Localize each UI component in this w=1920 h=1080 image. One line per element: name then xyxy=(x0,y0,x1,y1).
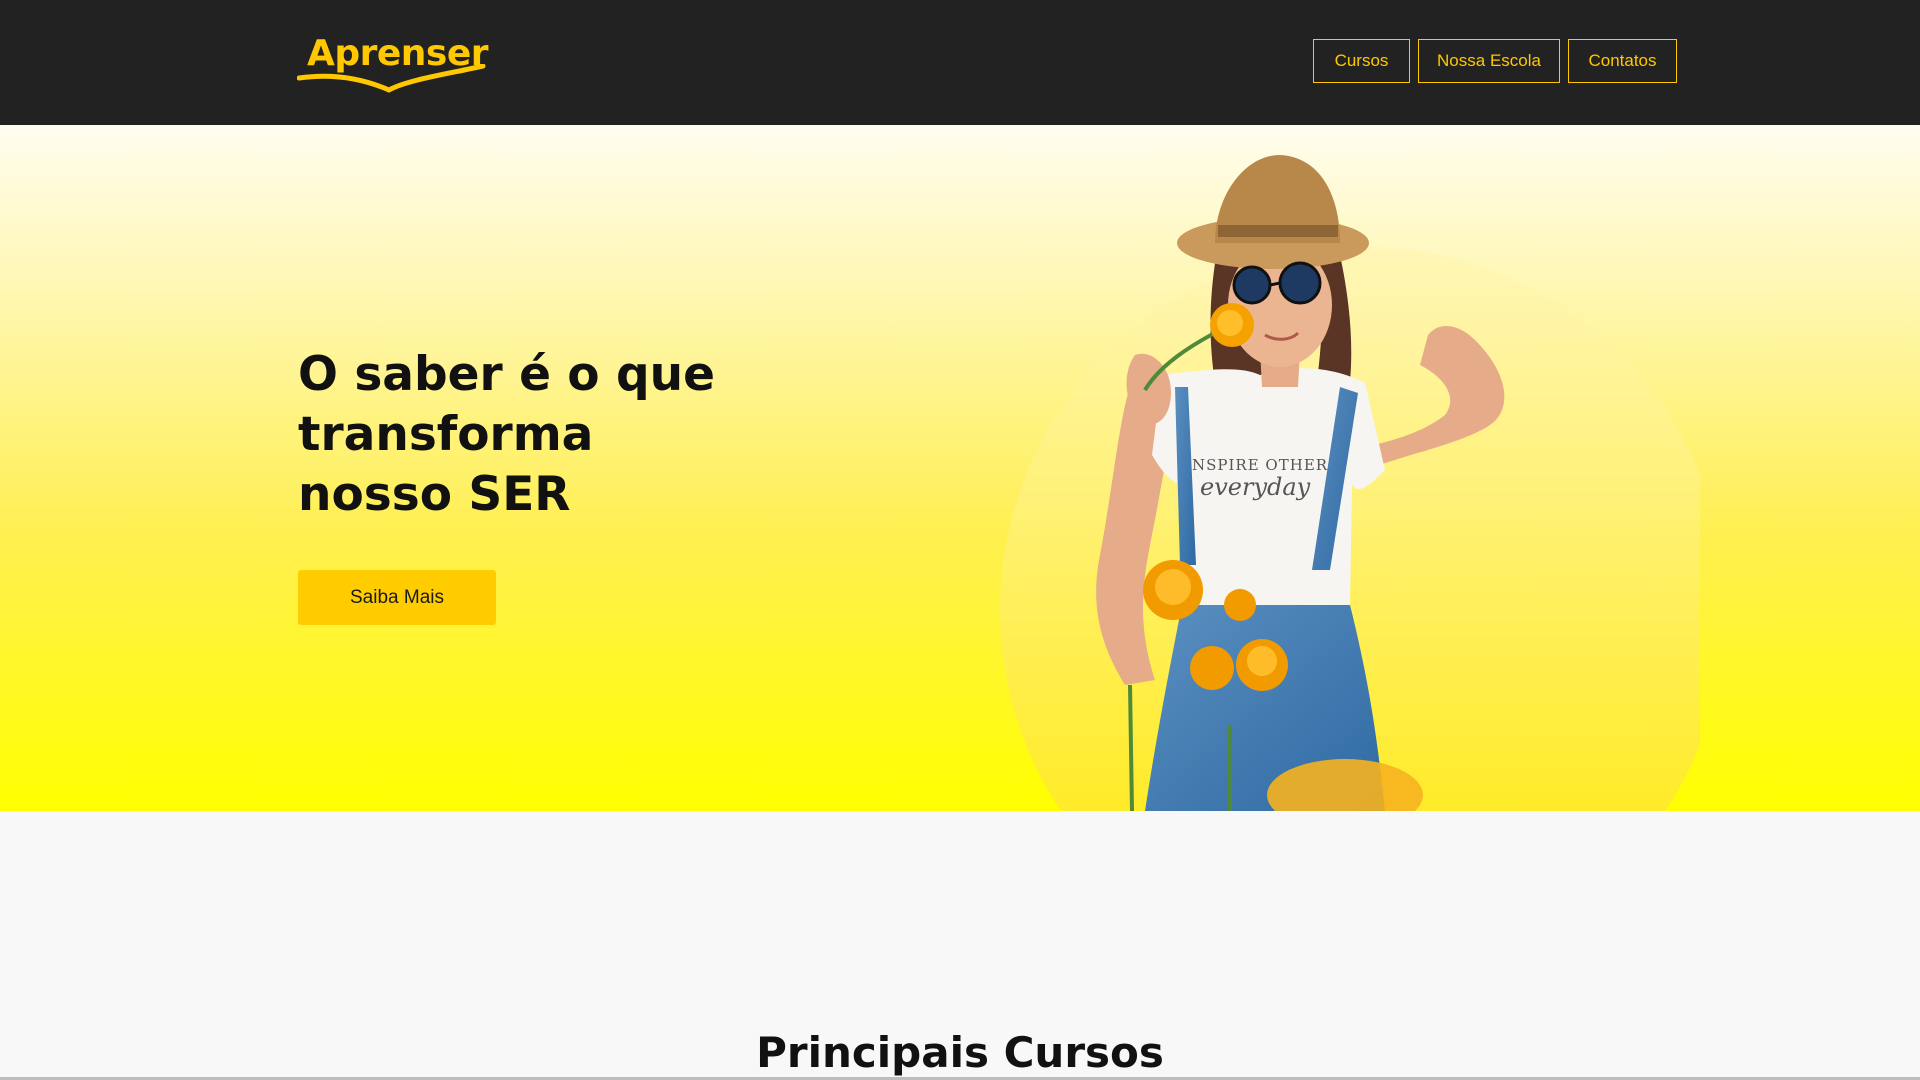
nav-nossa-escola[interactable]: Nossa Escola xyxy=(1418,39,1560,83)
top-header: Aprenser Cursos Nossa Escola Contatos xyxy=(0,0,1920,125)
hero-title-line-3: nosso SER xyxy=(298,467,571,522)
nav-contatos[interactable]: Contatos xyxy=(1568,39,1677,83)
saiba-mais-button[interactable]: Saiba Mais xyxy=(298,570,496,625)
courses-section-title: Principais Cursos xyxy=(756,1028,1164,1077)
hero-illustration: NSPIRE OTHERS everyday xyxy=(1000,155,1700,811)
main-nav: Cursos Nossa Escola Contatos xyxy=(1313,39,1677,83)
marigold-flower-3 xyxy=(1190,646,1234,690)
hero-title-line-2: transforma xyxy=(298,407,594,462)
marigold-flower-2 xyxy=(1224,589,1256,621)
sunglasses-left-lens xyxy=(1232,265,1272,305)
hero-title: O saber é o que transforma nosso SER xyxy=(298,345,818,525)
logo-swoosh-icon xyxy=(297,64,486,93)
hero-title-line-1: O saber é o que xyxy=(298,347,715,402)
sunglasses-right-lens xyxy=(1278,261,1322,305)
nav-cursos[interactable]: Cursos xyxy=(1313,39,1410,83)
tshirt-print-bottom: everyday xyxy=(1200,473,1311,501)
brand-logo[interactable]: Aprenser xyxy=(297,30,489,108)
hero-section: O saber é o que transforma nosso SER Sai… xyxy=(0,125,1920,811)
tshirt-print-top: NSPIRE OTHERS xyxy=(1192,456,1339,474)
